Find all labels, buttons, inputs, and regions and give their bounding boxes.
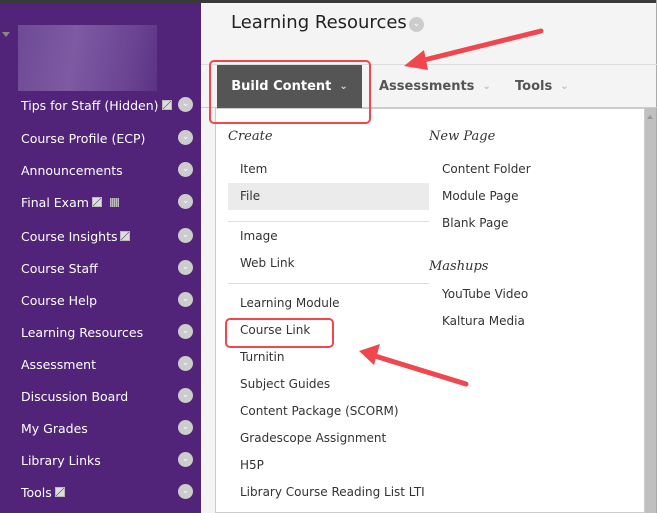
arrow-to-build-content [404,28,544,70]
annotation-arrows [359,28,544,387]
arrow-to-course-link [359,344,469,387]
